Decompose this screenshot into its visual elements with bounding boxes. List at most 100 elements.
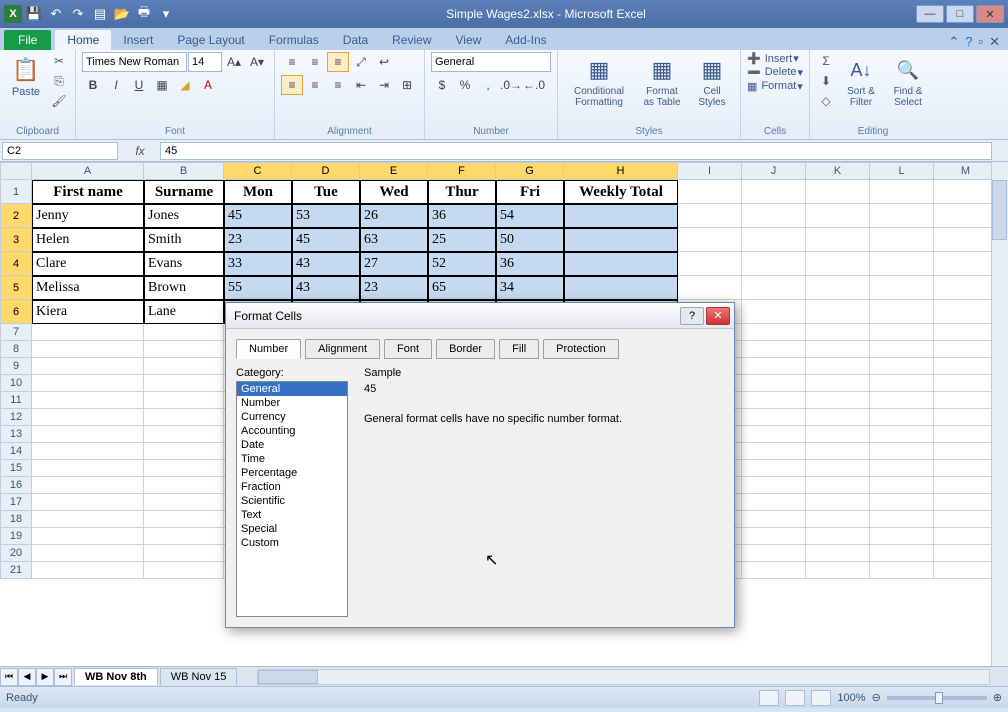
cell-M15[interactable] (934, 460, 998, 477)
cell-B16[interactable] (144, 477, 224, 494)
cell-J9[interactable] (742, 358, 806, 375)
zoom-slider[interactable] (887, 696, 987, 700)
cell-K1[interactable] (806, 180, 870, 204)
category-text[interactable]: Text (237, 508, 347, 522)
tab-view[interactable]: View (444, 30, 494, 50)
cell-A14[interactable] (32, 443, 144, 460)
cell-B3[interactable]: Smith (144, 228, 224, 252)
cell-I4[interactable] (678, 252, 742, 276)
cell-L6[interactable] (870, 300, 934, 324)
cell-K11[interactable] (806, 392, 870, 409)
cell-B17[interactable] (144, 494, 224, 511)
category-custom[interactable]: Custom (237, 536, 347, 550)
cell-L12[interactable] (870, 409, 934, 426)
cell-L19[interactable] (870, 528, 934, 545)
cell-F4[interactable]: 52 (428, 252, 496, 276)
page-break-view-icon[interactable] (811, 690, 831, 706)
row-header-13[interactable]: 13 (0, 426, 32, 443)
sheet-tab-active[interactable]: WB Nov 8th (74, 668, 158, 685)
cell-E2[interactable]: 26 (360, 204, 428, 228)
cell-A8[interactable] (32, 341, 144, 358)
excel-icon[interactable]: X (4, 5, 22, 23)
vertical-scrollbar[interactable] (991, 162, 1008, 666)
save-icon[interactable]: 💾 (24, 4, 44, 24)
cell-L7[interactable] (870, 324, 934, 341)
row-header-16[interactable]: 16 (0, 477, 32, 494)
cell-K14[interactable] (806, 443, 870, 460)
cell-B19[interactable] (144, 528, 224, 545)
cell-K16[interactable] (806, 477, 870, 494)
category-scientific[interactable]: Scientific (237, 494, 347, 508)
col-header-A[interactable]: A (32, 162, 144, 180)
cell-B14[interactable] (144, 443, 224, 460)
conditional-formatting-button[interactable]: ▦ Conditional Formatting (564, 52, 634, 110)
cell-C5[interactable]: 55 (224, 276, 292, 300)
cell-M17[interactable] (934, 494, 998, 511)
new-icon[interactable]: ▤ (90, 4, 110, 24)
col-header-C[interactable]: C (224, 162, 292, 180)
cell-D2[interactable]: 53 (292, 204, 360, 228)
cell-K12[interactable] (806, 409, 870, 426)
cell-J16[interactable] (742, 477, 806, 494)
dialog-tab-font[interactable]: Font (384, 339, 432, 359)
cell-K18[interactable] (806, 511, 870, 528)
cell-M5[interactable] (934, 276, 998, 300)
cell-I3[interactable] (678, 228, 742, 252)
row-header-14[interactable]: 14 (0, 443, 32, 460)
cell-M9[interactable] (934, 358, 998, 375)
fx-icon[interactable]: fx (130, 142, 150, 160)
cell-B6[interactable]: Lane (144, 300, 224, 324)
cell-A20[interactable] (32, 545, 144, 562)
tab-review[interactable]: Review (380, 30, 443, 50)
col-header-F[interactable]: F (428, 162, 496, 180)
category-fraction[interactable]: Fraction (237, 480, 347, 494)
dialog-tab-border[interactable]: Border (436, 339, 495, 359)
dialog-tab-alignment[interactable]: Alignment (305, 339, 380, 359)
cell-M11[interactable] (934, 392, 998, 409)
cell-A18[interactable] (32, 511, 144, 528)
close-button[interactable]: ✕ (976, 5, 1004, 23)
category-number[interactable]: Number (237, 396, 347, 410)
tab-home[interactable]: Home (55, 30, 111, 50)
cell-K17[interactable] (806, 494, 870, 511)
underline-button[interactable]: U (128, 75, 150, 95)
cell-L11[interactable] (870, 392, 934, 409)
sheet-nav-prev[interactable]: ◀ (18, 668, 36, 686)
zoom-in-icon[interactable]: ⊕ (993, 691, 1002, 704)
cell-K13[interactable] (806, 426, 870, 443)
increase-indent-icon[interactable]: ⇥ (373, 75, 395, 95)
cell-E4[interactable]: 27 (360, 252, 428, 276)
cell-L14[interactable] (870, 443, 934, 460)
cell-J2[interactable] (742, 204, 806, 228)
col-header-E[interactable]: E (360, 162, 428, 180)
cell-J21[interactable] (742, 562, 806, 579)
dialog-tab-number[interactable]: Number (236, 339, 301, 359)
cell-G5[interactable]: 34 (496, 276, 564, 300)
category-date[interactable]: Date (237, 438, 347, 452)
cell-H3[interactable] (564, 228, 678, 252)
cell-K20[interactable] (806, 545, 870, 562)
zoom-thumb[interactable] (935, 692, 943, 704)
wrap-text-icon[interactable]: ↩ (373, 52, 395, 72)
cell-B4[interactable]: Evans (144, 252, 224, 276)
shrink-font-icon[interactable]: A▾ (246, 52, 268, 72)
qat-dropdown-icon[interactable]: ▾ (156, 4, 176, 24)
sort-filter-button[interactable]: A↓ Sort & Filter (839, 52, 883, 110)
align-center-icon[interactable]: ≡ (304, 75, 326, 95)
cell-J5[interactable] (742, 276, 806, 300)
decrease-indent-icon[interactable]: ⇤ (350, 75, 372, 95)
cell-J6[interactable] (742, 300, 806, 324)
print-icon[interactable]: 🖶 (134, 4, 154, 24)
cell-K9[interactable] (806, 358, 870, 375)
copy-icon[interactable]: ⎘ (49, 72, 69, 90)
cell-K6[interactable] (806, 300, 870, 324)
cell-J17[interactable] (742, 494, 806, 511)
window-restore-icon[interactable]: ▫ (978, 34, 983, 50)
cell-M8[interactable] (934, 341, 998, 358)
cell-L5[interactable] (870, 276, 934, 300)
cell-H4[interactable] (564, 252, 678, 276)
cell-K8[interactable] (806, 341, 870, 358)
italic-button[interactable]: I (105, 75, 127, 95)
autosum-icon[interactable]: Σ (816, 52, 836, 70)
row-header-1[interactable]: 1 (0, 180, 32, 204)
